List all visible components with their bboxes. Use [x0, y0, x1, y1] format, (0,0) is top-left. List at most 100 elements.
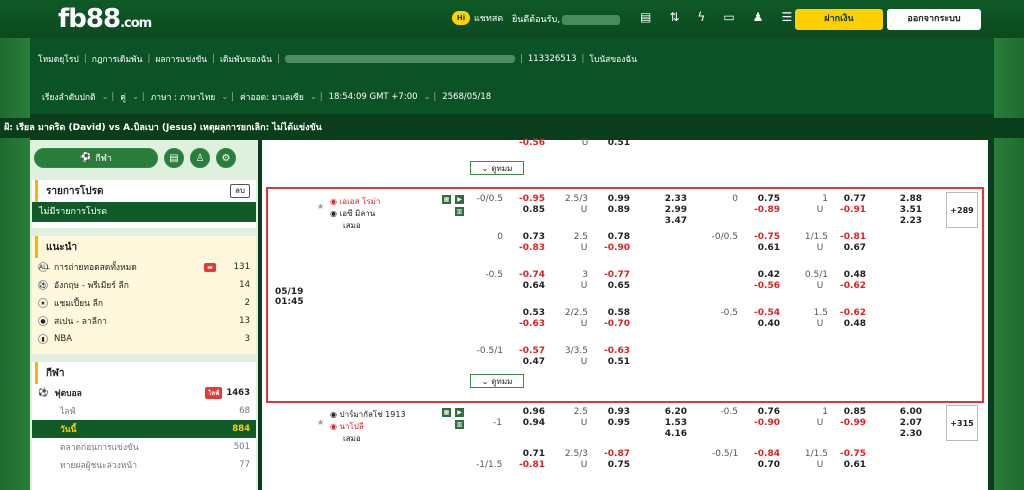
odds-cell[interactable]: 0.73 [515, 232, 545, 242]
refresh-icon[interactable]: ⇅ [669, 10, 679, 24]
stats-icon[interactable]: ▦ [442, 195, 451, 204]
football-today[interactable]: วันนี้ 884 [32, 420, 256, 438]
odds-cell[interactable]: -0.90 [750, 418, 780, 428]
nav-my-bets[interactable]: เดิมพันของฉัน [220, 52, 272, 66]
odds-cell[interactable]: 2.07 [890, 418, 922, 428]
recommend-item-epl[interactable]: ⚽ อังกฤษ - พรีเมียร์ ลีก 14 [32, 276, 256, 294]
ticket-icon[interactable]: ▭ [723, 10, 734, 24]
odds-cell[interactable]: 2.99 [655, 205, 687, 215]
odds-cell[interactable]: 0.47 [515, 357, 545, 367]
odds-cell[interactable]: 0.94 [515, 418, 545, 428]
odds-cell[interactable]: 1.53 [655, 418, 687, 428]
odds-cell[interactable]: -0.63 [600, 346, 630, 356]
odds-cell[interactable]: 0.58 [600, 308, 630, 318]
recommend-item-all-live[interactable]: ALL การถ่ายทอดสดทั้งหมด ▬ 131 [32, 258, 256, 276]
football-early[interactable]: ตลาดก่อนการแข่งขัน 501 [32, 438, 256, 456]
odds-cell[interactable]: -0.70 [600, 319, 630, 329]
odds-cell[interactable]: 2.88 [890, 194, 922, 204]
odds-cell[interactable]: -0.62 [836, 281, 866, 291]
odds-cell[interactable]: -0.75 [836, 449, 866, 459]
logo[interactable]: fb88.com [58, 4, 152, 34]
odds-cell[interactable]: -0.57 [515, 346, 545, 356]
odds-cell[interactable]: -0.75 [750, 232, 780, 242]
betslip-icon[interactable]: ▤ [164, 148, 184, 168]
recommend-item-nba[interactable]: ▮ NBA 3 [32, 330, 256, 348]
recommend-item-laliga[interactable]: ● สเปน - ลาลีกา 13 [32, 312, 256, 330]
live-video-icon[interactable]: ▶ [455, 195, 464, 204]
odds-cell[interactable]: 0.99 [600, 194, 630, 204]
odds-cell[interactable]: 6.20 [655, 407, 687, 417]
odds-cell[interactable]: 0.89 [600, 205, 630, 215]
odds-cell[interactable]: -0.63 [515, 319, 545, 329]
stats-icon[interactable]: ▦ [442, 408, 451, 417]
tab-sports[interactable]: ⚽ กีฬา [34, 148, 158, 168]
more-bets-button[interactable]: +289 [946, 192, 978, 228]
odds-cell[interactable]: -0.83 [515, 243, 545, 253]
odds-cell[interactable]: 0.42 [750, 270, 780, 280]
odds-cell[interactable]: 6.00 [890, 407, 922, 417]
more-bets-button[interactable]: +315 [946, 405, 978, 441]
odds-cell[interactable]: 0.85 [515, 205, 545, 215]
odds-cell[interactable]: -0.74 [515, 270, 545, 280]
odds-cell[interactable]: 2.33 [655, 194, 687, 204]
scoreboard-icon[interactable]: ▥ [455, 420, 464, 429]
odds-cell[interactable]: 0.93 [600, 407, 630, 417]
live-video-icon[interactable]: ▶ [455, 408, 464, 417]
odds-cell[interactable]: -0.87 [600, 449, 630, 459]
odds-cell[interactable]: -0.81 [836, 232, 866, 242]
profile-icon[interactable]: ♙ [190, 148, 210, 168]
scoreboard-icon[interactable]: ▥ [455, 207, 464, 216]
odds-cell[interactable]: 4.16 [655, 429, 687, 439]
odds-cell[interactable]: 3.47 [655, 216, 687, 226]
nav-results[interactable]: ผลการแข่งขัน [155, 52, 207, 66]
settings-gear-icon[interactable]: ⚙ [216, 148, 236, 168]
user-icon[interactable]: ♟ [753, 10, 764, 24]
odds-cell[interactable]: 0.95 [600, 418, 630, 428]
odds-cell[interactable]: 0.96 [515, 407, 545, 417]
sort-select[interactable]: เรียงลำดับปกติ [42, 90, 96, 104]
live-chat-button[interactable]: Hi แชทสด [452, 11, 503, 25]
odds-cell[interactable]: -0.77 [600, 270, 630, 280]
odds-cell[interactable]: 0.77 [836, 194, 866, 204]
favorite-star-icon[interactable]: ★ [317, 418, 324, 427]
more-markets-button[interactable]: ⌄ ดูทมม [470, 374, 524, 388]
odds-cell[interactable]: 0.70 [750, 460, 780, 470]
odds-cell[interactable]: -0.81 [515, 460, 545, 470]
sport-football[interactable]: ⚽ ฟุตบอล ไลฟ์ 1463 [32, 384, 256, 402]
football-live[interactable]: ไลฟ์ 68 [32, 402, 256, 420]
odds-cell[interactable]: 0.51 [600, 357, 630, 367]
flash-icon[interactable]: ϟ [697, 10, 705, 24]
odds-cell[interactable]: 0.67 [836, 243, 866, 253]
odds-cell[interactable]: 0.61 [750, 243, 780, 253]
odds-cell[interactable]: -0.62 [836, 308, 866, 318]
football-outright[interactable]: ทายผลผู้ชนะล่วงหน้า 77 [32, 456, 256, 474]
odds-cell[interactable]: -0.91 [836, 205, 866, 215]
odds-cell[interactable]: 0.85 [836, 407, 866, 417]
odds-cell[interactable]: -0.84 [750, 449, 780, 459]
odds-cell[interactable]: 0.65 [600, 281, 630, 291]
deposit-button[interactable]: ฝากเงิน [795, 9, 883, 30]
odds-cell[interactable]: -0.56 [517, 138, 545, 148]
recommend-item-ucl[interactable]: ★ แชมเปี้ยน ลีก 2 [32, 294, 256, 312]
language-select[interactable]: ภาษา : ภาษาไทย [151, 90, 216, 104]
odds-cell[interactable]: 2.30 [890, 429, 922, 439]
menu-list-icon[interactable]: ☰ [781, 10, 792, 24]
odds-cell[interactable]: -0.99 [836, 418, 866, 428]
odds-cell[interactable]: -0.95 [515, 194, 545, 204]
odds-cell[interactable]: 0.53 [515, 308, 545, 318]
odds-cell[interactable]: 0.61 [836, 460, 866, 470]
odds-cell[interactable]: -0.54 [750, 308, 780, 318]
odds-cell[interactable]: 0.78 [600, 232, 630, 242]
odds-cell[interactable]: 0.51 [602, 138, 630, 148]
odds-cell[interactable]: -0.56 [750, 281, 780, 291]
odds-cell[interactable]: 0.71 [515, 449, 545, 459]
odds-cell[interactable]: -0.89 [750, 205, 780, 215]
odds-type-select[interactable]: ค่าออด: มาเลเซีย [240, 90, 304, 104]
logout-button[interactable]: ออกจากระบบ [887, 9, 981, 30]
odds-cell[interactable]: 0.64 [515, 281, 545, 291]
statement-icon[interactable]: ▤ [640, 10, 651, 24]
clear-favorites-button[interactable]: ลบ [230, 184, 250, 198]
favorite-star-icon[interactable]: ★ [317, 202, 324, 211]
odds-cell[interactable]: 0.76 [750, 407, 780, 417]
more-markets-button[interactable]: ⌄ ดูทมม [470, 161, 524, 175]
